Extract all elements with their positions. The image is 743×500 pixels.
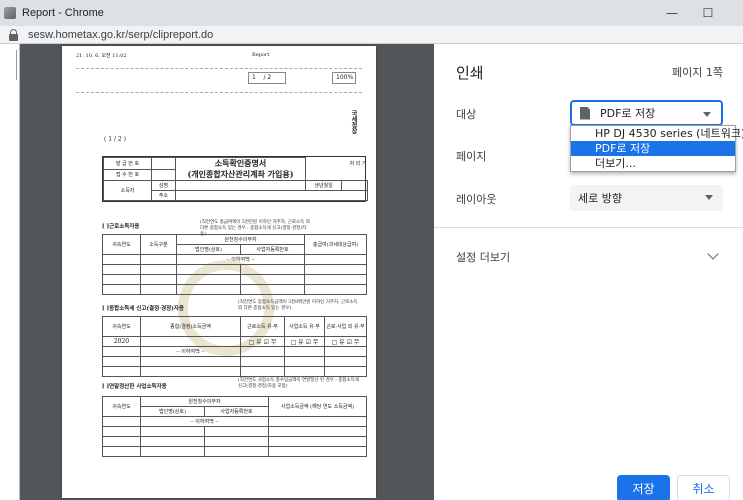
employment-table: 귀속연도 소득구분 원천징수의무자 총급여(과세대상급여) 법인명(상호) 사업…: [102, 234, 368, 295]
minimize-button[interactable]: —: [654, 0, 690, 26]
layout-select[interactable]: 세로 방향: [570, 185, 723, 211]
print-heading: 인쇄: [456, 64, 484, 82]
section-yearend-business: [ ]연말정산한 사업소득자용: [102, 384, 167, 390]
section-employment: [ ]근로소득자용: [102, 224, 140, 230]
nts-seal-icon: 국세청장: [350, 110, 357, 134]
window-titlebar: Report - Chrome — ☐: [0, 0, 743, 26]
birth-label: 생년월일: [305, 180, 342, 191]
destination-select[interactable]: PDF로 저장: [570, 100, 723, 126]
report-page-field: 1 / 2: [248, 72, 286, 84]
cancel-button[interactable]: 취소: [677, 475, 730, 500]
window-title: Report - Chrome: [22, 7, 104, 19]
destination-option-printer[interactable]: HP DJ 4530 series (네트워크): [571, 126, 743, 141]
comprehensive-table: 귀속연도 종합(결정)소득금액 근로소득 유·무 사업소득 유·무 근로·사업 …: [102, 316, 367, 377]
taxpayer-label: 소득자: [103, 180, 152, 201]
page-header-title: Report: [252, 52, 270, 58]
preview-page: 21. 10. 6. 오전 11:02 Report 1 / 2 100% 국세…: [62, 46, 376, 498]
panel-divider: [434, 227, 743, 228]
report-zoom-field: 100%: [332, 72, 356, 84]
address-label: 주소: [151, 190, 176, 201]
doc-header-table: 발 급 번 호 소득확인증명서 (개인종합자산관리계좌 가입용) 처 리 기 접 …: [102, 156, 369, 202]
doc-title: 소득확인증명서 (개인종합자산관리계좌 가입용): [175, 157, 306, 181]
destination-label: 대상: [456, 108, 477, 121]
more-settings-toggle[interactable]: 설정 더보기: [456, 249, 510, 265]
lock-icon: [8, 28, 20, 41]
section-yearend-note: (직전연도 사업소득 총수입금액이 연말정산 된 경우 : 종합소득세 신고(결…: [238, 378, 359, 389]
issue-no-label: 발 급 번 호: [103, 157, 152, 170]
pages-label: 페이지: [456, 150, 487, 163]
layout-caret-icon: [705, 195, 713, 200]
document-icon: [580, 106, 590, 120]
processing-label: 처 리 기: [349, 160, 367, 167]
maximize-icon: ☐: [702, 6, 714, 20]
dropdown-caret-icon: [703, 112, 711, 117]
destination-option-more[interactable]: 더보기...: [571, 156, 735, 171]
section-comprehensive-note: (직전연도 종합소득금액이 3천8백만원 이하인 거주자, 근로소득 외 다른 …: [238, 300, 358, 311]
print-preview-area[interactable]: 21. 10. 6. 오전 11:02 Report 1 / 2 100% 국세…: [0, 44, 434, 500]
address-bar[interactable]: sesw.hometax.go.kr/serp/clipreport.do: [0, 26, 743, 44]
minimize-icon: —: [666, 6, 678, 20]
save-button[interactable]: 저장: [617, 475, 670, 500]
destination-value: PDF로 저장: [600, 107, 656, 120]
page-header-date: 21. 10. 6. 오전 11:02: [76, 53, 127, 59]
chrome-app-icon: [4, 7, 16, 19]
url-text[interactable]: sesw.hometax.go.kr/serp/clipreport.do: [28, 29, 213, 41]
page-count: 페이지 1쪽: [672, 66, 723, 79]
print-settings-panel: 인쇄 페이지 1쪽 대상 PDF로 저장 HP DJ 4530 series (…: [434, 44, 743, 500]
name-label: 성명: [151, 180, 176, 191]
destination-dropdown[interactable]: HP DJ 4530 series (네트워크) PDF로 저장 더보기...: [570, 125, 743, 172]
section-comprehensive: [ ]종합소득세 신고(결정·경정)자용: [102, 306, 184, 312]
maximize-button[interactable]: ☐: [690, 0, 726, 26]
underlying-page-edge: [0, 44, 20, 500]
layout-label: 레이아웃: [456, 193, 497, 206]
chevron-down-icon[interactable]: [707, 248, 719, 260]
page-indicator: ( 1 / 2 ): [104, 136, 126, 143]
layout-value: 세로 방향: [578, 192, 622, 205]
yearend-business-table: 귀속연도 원천징수의무자 사업소득금액 (해당 연도 소득금액) 법인명(상호)…: [102, 396, 368, 457]
destination-option-pdf[interactable]: PDF로 저장: [571, 141, 735, 156]
receipt-no-label: 접 수 번 호: [103, 168, 152, 181]
